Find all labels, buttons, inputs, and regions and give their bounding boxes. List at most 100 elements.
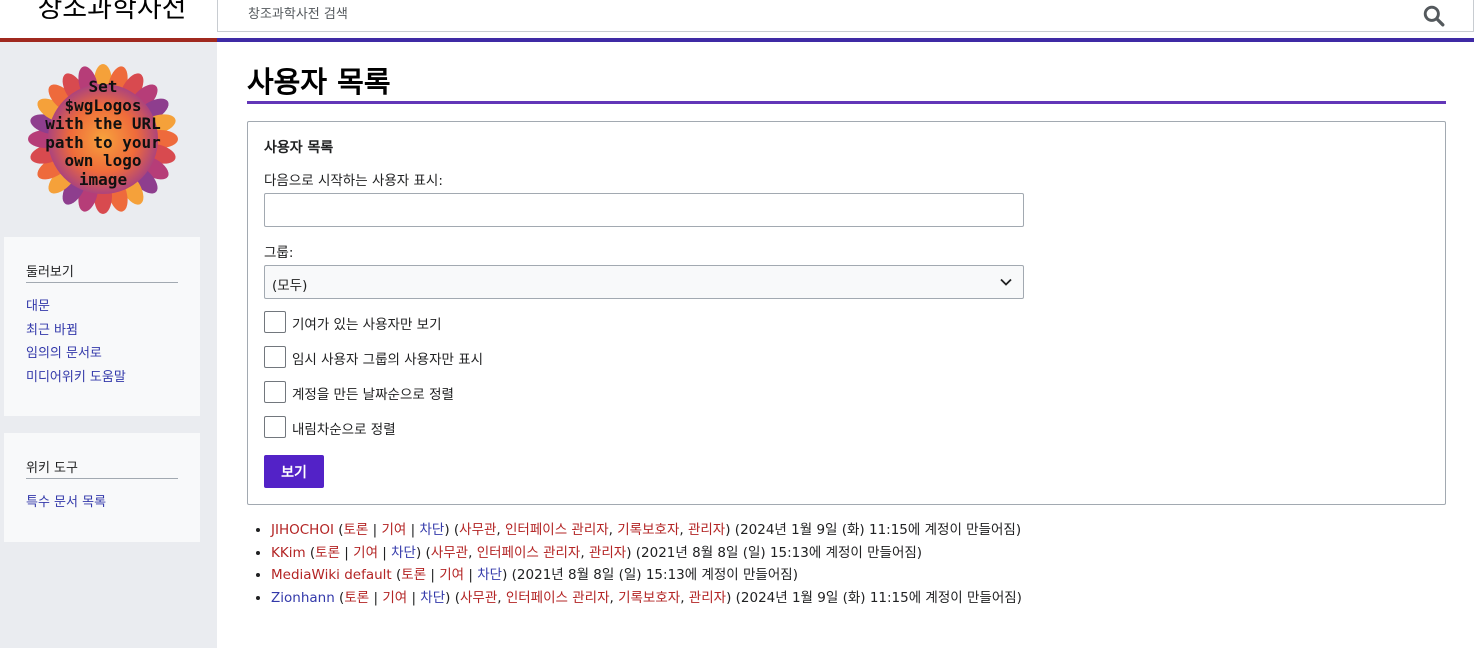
separator: , [609, 590, 619, 607]
logo-text-line: path to your [45, 132, 161, 152]
separator: , [680, 590, 689, 607]
talk-link[interactable]: 토론 [401, 567, 426, 583]
logo-text-line: own logo [64, 151, 142, 170]
search-bar [217, 0, 1474, 32]
navigation-heading: 둘러보기 [26, 261, 178, 283]
sidebar: 창조과학사전 Set $wgLogos with the URL path to yo… [0, 0, 217, 648]
group-link[interactable]: 사무관 [459, 522, 496, 538]
talk-link[interactable]: 토론 [315, 545, 340, 561]
group-link[interactable]: 인터페이스 관리자 [477, 545, 581, 561]
punct: ( [333, 522, 344, 538]
chevron-down-icon [1000, 278, 1012, 286]
logo-text-line: with the URL [45, 114, 161, 133]
search-input[interactable] [248, 7, 1348, 22]
block-link[interactable]: 차단 [419, 522, 444, 538]
group-link[interactable]: 사무관 [431, 545, 468, 561]
user-name-link[interactable]: KKim [271, 545, 306, 561]
start-from-input[interactable] [264, 193, 1024, 227]
logo-text-line: image [78, 169, 128, 189]
group-link[interactable]: 기록보호자 [617, 522, 679, 538]
user-list-item: KKim (토론 | 기여 | 차단) (사무관, 인터페이스 관리자, 관리자… [271, 541, 1022, 564]
punct: ( [450, 590, 460, 607]
sidebar-item-recent-changes[interactable]: 최근 바뀜 [26, 319, 126, 343]
creation-date: (2024년 1월 9일 (화) 11:15에 계정이 만들어짐) [731, 590, 1022, 607]
tools-portlet: 위키 도구 특수 문서 목록 [4, 433, 200, 542]
punct: ( [421, 544, 431, 561]
logo-text-line: Set [88, 77, 118, 96]
header-accent-bar [217, 38, 1474, 42]
user-name-link[interactable]: MediaWiki default [271, 567, 392, 583]
contribs-link[interactable]: 기여 [381, 522, 406, 538]
descending-checkbox[interactable] [264, 416, 286, 438]
punct: ( [305, 544, 316, 561]
sidebar-accent-bar [0, 38, 217, 42]
header [217, 0, 1474, 42]
temp-users-checkbox[interactable] [264, 346, 286, 368]
group-select[interactable]: (모두) [264, 265, 1024, 299]
logo-text-line: $wgLogos [64, 95, 142, 115]
creation-sort-checkbox[interactable] [264, 381, 286, 403]
sidebar-item-mediawiki-help[interactable]: 미디어위키 도움말 [26, 366, 126, 390]
title-rule [247, 101, 1446, 104]
sidebar-item-random-page[interactable]: 임의의 문서로 [26, 342, 126, 366]
punct: ( [449, 522, 460, 538]
group-link[interactable]: 인터페이스 관리자 [505, 522, 609, 538]
group-link[interactable]: 관리자 [589, 545, 626, 561]
separator: | [369, 590, 383, 607]
block-link[interactable]: 차단 [420, 590, 445, 606]
talk-link[interactable]: 토론 [344, 590, 369, 606]
separator: | [406, 522, 420, 538]
show-button[interactable]: 보기 [264, 455, 324, 488]
group-link[interactable]: 사무관 [460, 590, 497, 606]
user-name-link[interactable]: JIHOCHOI [271, 522, 334, 538]
form-legend: 사용자 목록 [264, 140, 334, 156]
separator: , [580, 544, 589, 561]
separator: | [426, 567, 440, 584]
site-title-box: 창조과학사전 [0, 0, 217, 38]
tools-heading: 위키 도구 [26, 457, 178, 479]
group-label: 그룹: [264, 245, 294, 261]
user-list-item: JIHOCHOI (토론 | 기여 | 차단) (사무관, 인터페이스 관리자,… [271, 518, 1022, 541]
descending-label[interactable]: 내림차순으로 정렬 [292, 418, 396, 438]
search-icon[interactable] [1423, 5, 1445, 27]
block-link[interactable]: 차단 [477, 567, 502, 583]
separator: | [464, 567, 478, 584]
separator: , [468, 544, 477, 561]
group-link[interactable]: 기록보호자 [618, 590, 680, 606]
group-link[interactable]: 인터페이스 관리자 [506, 590, 610, 606]
sidebar-item-special-pages[interactable]: 특수 문서 목록 [26, 491, 106, 515]
separator: , [679, 522, 688, 538]
user-name-link[interactable]: Zionhann [271, 590, 335, 606]
group-link[interactable]: 관리자 [688, 522, 725, 538]
separator: | [340, 544, 354, 561]
group-link[interactable]: 관리자 [689, 590, 726, 606]
contribs-link[interactable]: 기여 [353, 545, 378, 561]
creation-date: (2024년 1월 9일 (화) 11:15에 계정이 만들어짐) [730, 522, 1022, 538]
separator: , [608, 522, 618, 538]
group-select-value: (모두) [272, 278, 308, 294]
block-link[interactable]: 차단 [391, 545, 416, 561]
separator: | [368, 522, 382, 538]
creation-sort-label[interactable]: 계정을 만든 날짜순으로 정렬 [292, 383, 454, 403]
temp-users-label[interactable]: 임시 사용자 그룹의 사용자만 표시 [292, 348, 483, 368]
user-results-list: JIHOCHOI (토론 | 기여 | 차단) (사무관, 인터페이스 관리자,… [271, 518, 1022, 609]
user-list-form: 사용자 목록 다음으로 시작하는 사용자 표시: 그룹: (모두) 기여가 있는… [247, 121, 1446, 505]
page-title: 사용자 목록 [247, 65, 391, 99]
start-from-label: 다음으로 시작하는 사용자 표시: [264, 173, 443, 189]
user-list-item: Zionhann (토론 | 기여 | 차단) (사무관, 인터페이스 관리자,… [271, 586, 1022, 609]
talk-link[interactable]: 토론 [344, 522, 369, 538]
sidebar-item-main-page[interactable]: 대문 [26, 295, 126, 319]
separator: | [378, 544, 392, 561]
creation-date: (2021년 8월 8일 (일) 15:13에 계정이 만들어짐) [507, 567, 798, 584]
user-list-item: MediaWiki default (토론 | 기여 | 차단) (2021년 … [271, 563, 1022, 586]
site-title[interactable]: 창조과학사전 [32, 0, 192, 24]
contribs-link[interactable]: 기여 [439, 567, 464, 583]
with-edits-label[interactable]: 기여가 있는 사용자만 보기 [292, 313, 442, 333]
logo-text: Set $wgLogos with the URL path to your own l… [33, 77, 173, 189]
with-edits-checkbox[interactable] [264, 311, 286, 333]
navigation-portlet: 둘러보기 대문 최근 바뀜 임의의 문서로 미디어위키 도움말 [4, 237, 200, 416]
separator: | [407, 590, 421, 607]
punct: ( [391, 567, 402, 584]
contribs-link[interactable]: 기여 [382, 590, 407, 606]
separator: , [497, 590, 506, 607]
